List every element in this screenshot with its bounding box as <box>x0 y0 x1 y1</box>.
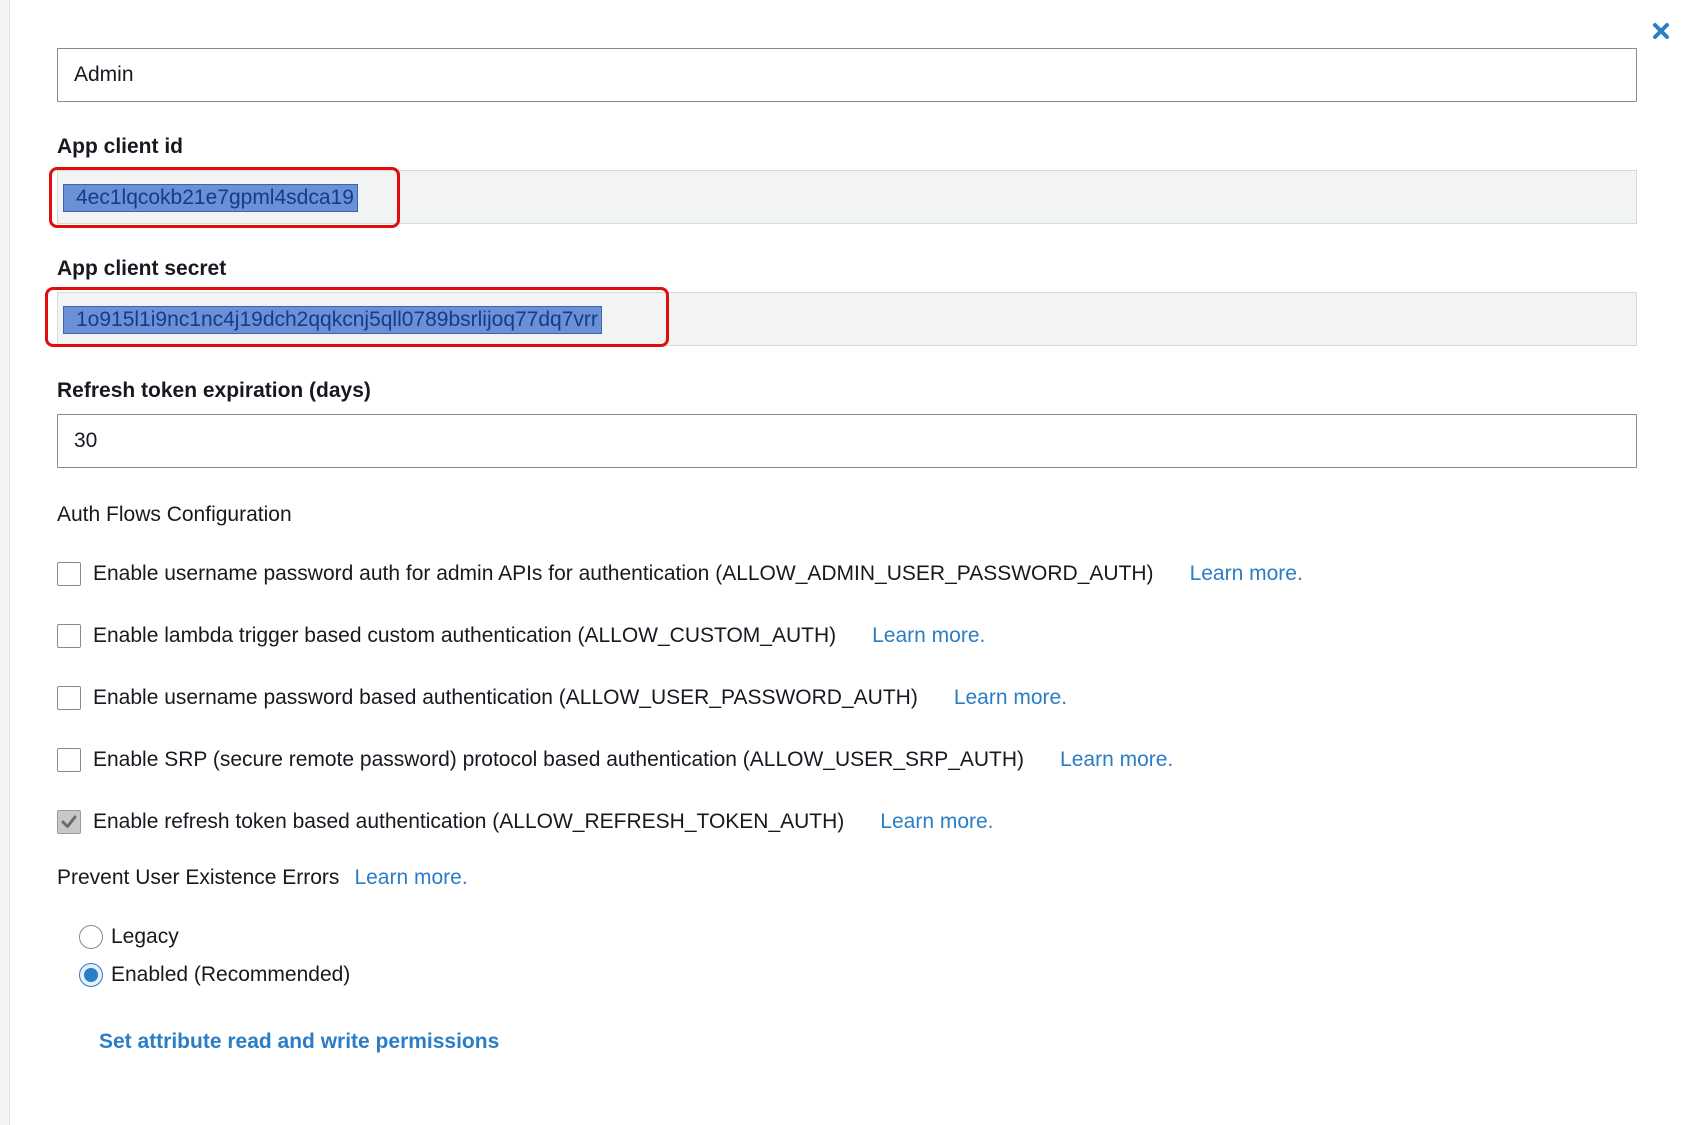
radio-option-legacy[interactable]: Legacy <box>79 922 1637 952</box>
close-icon <box>1653 23 1669 39</box>
app-client-secret-field[interactable]: 1o915l1i9nc1nc4j19dch2qqkcnj5qll0789bsrl… <box>45 287 1637 347</box>
prevent-user-existence-errors-label: Prevent User Existence Errors <box>57 866 340 889</box>
auth-flow-checkbox[interactable] <box>57 624 81 648</box>
set-attribute-permissions-link[interactable]: Set attribute read and write permissions <box>99 1030 499 1054</box>
auth-flow-label: Enable lambda trigger based custom authe… <box>93 624 837 647</box>
radio-button-selected[interactable] <box>79 963 103 987</box>
close-button[interactable] <box>1648 18 1674 44</box>
auth-flow-checkbox-checked[interactable] <box>57 810 81 834</box>
checkmark-icon <box>61 815 77 828</box>
radio-label: Enabled (Recommended) <box>111 963 351 986</box>
app-client-secret-label: App client secret <box>57 257 227 280</box>
refresh-token-expiration-input[interactable] <box>57 414 1637 468</box>
learn-more-link[interactable]: Learn more. <box>1060 748 1173 772</box>
app-client-id-value[interactable]: 4ec1lqcokb21e7gpml4sdca19 <box>63 184 358 212</box>
auth-flow-user-srp: Enable SRP (secure remote password) prot… <box>57 746 1637 774</box>
radio-option-enabled[interactable]: Enabled (Recommended) <box>79 960 1637 990</box>
auth-flow-checkbox[interactable] <box>57 748 81 772</box>
auth-flow-admin-user-password: Enable username password auth for admin … <box>57 560 1637 588</box>
left-edge-divider <box>0 0 10 1125</box>
app-client-details-panel: App client id 4ec1lqcokb21e7gpml4sdca19 … <box>45 48 1637 1054</box>
auth-flow-label: Enable username password based authentic… <box>93 686 918 709</box>
auth-flow-user-password: Enable username password based authentic… <box>57 684 1637 712</box>
refresh-token-expiration-label: Refresh token expiration (days) <box>57 379 371 402</box>
radio-button[interactable] <box>79 925 103 949</box>
auth-flow-custom-auth: Enable lambda trigger based custom authe… <box>57 622 1637 650</box>
app-client-id-label: App client id <box>57 135 183 158</box>
auth-flow-checkbox[interactable] <box>57 562 81 586</box>
learn-more-link[interactable]: Learn more. <box>880 810 993 834</box>
radio-dot <box>84 968 98 982</box>
auth-flows-heading: Auth Flows Configuration <box>57 503 292 526</box>
app-client-name-input[interactable] <box>57 48 1637 102</box>
auth-flow-label: Enable SRP (secure remote password) prot… <box>93 748 1025 771</box>
radio-label: Legacy <box>111 925 179 948</box>
learn-more-link[interactable]: Learn more. <box>1190 562 1303 586</box>
auth-flow-label: Enable username password auth for admin … <box>93 562 1154 585</box>
learn-more-link[interactable]: Learn more. <box>354 866 467 890</box>
learn-more-link[interactable]: Learn more. <box>954 686 1067 710</box>
app-client-id-field[interactable]: 4ec1lqcokb21e7gpml4sdca19 <box>49 167 1637 228</box>
app-client-secret-value[interactable]: 1o915l1i9nc1nc4j19dch2qqkcnj5qll0789bsrl… <box>63 306 602 334</box>
auth-flow-checkbox[interactable] <box>57 686 81 710</box>
prevent-user-existence-errors-row: Prevent User Existence Errors Learn more… <box>57 864 1637 892</box>
auth-flow-refresh-token: Enable refresh token based authenticatio… <box>57 808 1637 836</box>
learn-more-link[interactable]: Learn more. <box>872 624 985 648</box>
auth-flow-label: Enable refresh token based authenticatio… <box>93 810 845 833</box>
